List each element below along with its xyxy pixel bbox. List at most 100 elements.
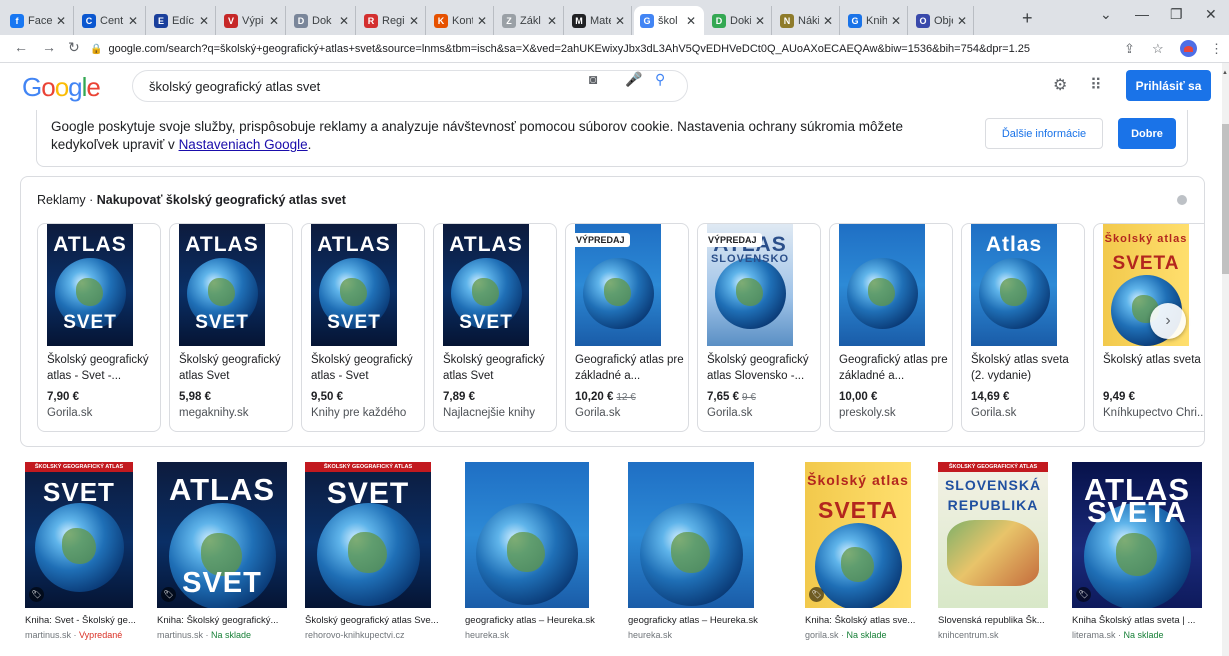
forward-icon[interactable]: →: [42, 39, 56, 55]
product-title[interactable]: Geografický atlas pre základné a...: [839, 352, 949, 384]
product-image[interactable]: ATLAS SVET: [311, 224, 397, 346]
tab-search-icon[interactable]: ⌄: [1100, 6, 1112, 23]
product-image[interactable]: ATLAS SVET: [179, 224, 265, 346]
carousel-next-button[interactable]: ›: [1150, 303, 1186, 339]
search-input[interactable]: školský geografický atlas svet: [132, 70, 688, 102]
cookie-settings-link[interactable]: Nastaveniach Google: [179, 137, 308, 152]
image-result[interactable]: ATLAS SVETA 🏷 Kniha Školský atlas sveta | .…: [1072, 462, 1212, 656]
apps-grid-icon[interactable]: ⠿: [1090, 75, 1102, 95]
tab-close-icon[interactable]: ✕: [409, 14, 419, 28]
browser-tab[interactable]: K Kont ✕: [428, 6, 494, 35]
product-ad-card[interactable]: VÝPREDAJ Geografický atlas pre základné a…: [565, 223, 689, 432]
gear-icon[interactable]: ⚙: [1053, 75, 1067, 95]
product-ad-card[interactable]: ATLAS SVET Školský geografický atlas - Sve…: [37, 223, 161, 432]
browser-tab[interactable]: M Mate ✕: [566, 6, 632, 35]
google-logo[interactable]: Google: [22, 72, 101, 103]
tab-close-icon[interactable]: ✕: [339, 14, 349, 28]
result-thumbnail[interactable]: ATLAS SVETA: [1072, 462, 1202, 608]
browser-tab[interactable]: C Cent ✕: [76, 6, 146, 35]
tab-close-icon[interactable]: ✕: [686, 14, 696, 28]
product-title[interactable]: Školský geografický atlas Svet: [179, 352, 289, 384]
product-title[interactable]: Školský geografický atlas - Svet: [311, 352, 421, 384]
profile-avatar[interactable]: [1180, 40, 1197, 57]
browser-tab[interactable]: E Edíc ✕: [148, 6, 216, 35]
close-window-button[interactable]: ✕: [1205, 6, 1217, 23]
menu-kebab-icon[interactable]: ⋮: [1210, 41, 1223, 57]
browser-tab[interactable]: D Dok ✕: [288, 6, 356, 35]
result-thumbnail[interactable]: [465, 462, 589, 608]
scroll-up-icon[interactable]: ▲: [1222, 70, 1228, 76]
tab-close-icon[interactable]: ✕: [755, 14, 765, 28]
result-title[interactable]: Kniha Školský atlas sveta | ...: [1072, 615, 1212, 626]
product-ad-card[interactable]: ATLASSLOVENSKOVÝPREDAJŠkolský geografick…: [697, 223, 821, 432]
product-image[interactable]: ATLAS SVET: [443, 224, 529, 346]
browser-tab[interactable]: G Knih ✕: [842, 6, 908, 35]
tab-close-icon[interactable]: ✕: [56, 14, 66, 28]
result-title[interactable]: Školský geografický atlas Sve...: [305, 615, 455, 626]
product-ad-card[interactable]: ATLAS SVET Školský geografický atlas - Sve…: [301, 223, 425, 432]
result-thumbnail[interactable]: Školský atlas SVETA: [805, 462, 911, 608]
product-title[interactable]: Školský geografický atlas Svet: [443, 352, 553, 384]
result-title[interactable]: Kniha: Svet - Školský ge...: [25, 615, 150, 626]
result-title[interactable]: geograficky atlas – Heureka.sk: [628, 615, 778, 626]
browser-tab[interactable]: D Doki ✕: [706, 6, 772, 35]
tab-close-icon[interactable]: ✕: [823, 14, 833, 28]
reload-icon[interactable]: ↻: [68, 39, 80, 56]
tab-close-icon[interactable]: ✕: [269, 14, 279, 28]
maximize-button[interactable]: ❐: [1170, 6, 1183, 23]
back-icon[interactable]: ←: [14, 39, 28, 55]
product-image[interactable]: ATLAS SVET: [47, 224, 133, 346]
bookmark-star-icon[interactable]: ☆: [1152, 41, 1164, 57]
search-icon[interactable]: ⚲: [655, 71, 665, 88]
tab-close-icon[interactable]: ✕: [957, 14, 967, 28]
product-ad-card[interactable]: Geografický atlas pre základné a... 10,00…: [829, 223, 953, 432]
minimize-button[interactable]: —: [1135, 6, 1149, 22]
result-thumbnail[interactable]: ŠKOLSKÝ GEOGRAFICKÝ ATLAS SLOVENSKÁ REPUBL…: [938, 462, 1048, 608]
result-thumbnail[interactable]: [628, 462, 754, 608]
result-thumbnail[interactable]: ATLAS SVET: [157, 462, 287, 608]
result-title[interactable]: Kniha: Školský geografický...: [157, 615, 297, 626]
result-thumbnail[interactable]: ŠKOLSKÝ GEOGRAFICKÝ ATLAS SVET: [25, 462, 133, 608]
camera-search-icon[interactable]: ◙: [589, 71, 597, 87]
info-icon[interactable]: [1177, 195, 1187, 205]
result-title[interactable]: Slovenská republika Šk...: [938, 615, 1063, 626]
product-ad-card[interactable]: ATLAS SVET Školský geografický atlas Svet 5…: [169, 223, 293, 432]
tab-close-icon[interactable]: ✕: [128, 14, 138, 28]
image-result[interactable]: ŠKOLSKÝ GEOGRAFICKÝ ATLAS SVET Školský geo…: [305, 462, 455, 656]
image-result[interactable]: ATLAS SVET 🏷 Kniha: Školský geografický... m…: [157, 462, 297, 656]
image-result[interactable]: geograficky atlas – Heureka.sk heureka.sk: [465, 462, 615, 656]
tab-close-icon[interactable]: ✕: [199, 14, 209, 28]
product-title[interactable]: Školský geografický atlas - Svet -...: [47, 352, 157, 384]
browser-tab[interactable]: R Regi ✕: [358, 6, 426, 35]
image-result[interactable]: Školský atlas SVETA 🏷 Kniha: Školský atlas …: [805, 462, 930, 656]
share-icon[interactable]: ⇪: [1124, 41, 1135, 57]
new-tab-button[interactable]: +: [1022, 8, 1033, 29]
tab-close-icon[interactable]: ✕: [891, 14, 901, 28]
product-ad-card[interactable]: Atlas Školský atlas sveta (2. vydanie) 14,…: [961, 223, 1085, 432]
product-title[interactable]: Školský atlas sveta (2. vydanie): [971, 352, 1081, 384]
image-result[interactable]: ŠKOLSKÝ GEOGRAFICKÝ ATLAS SLOVENSKÁ REPUBL…: [938, 462, 1063, 656]
browser-tab[interactable]: Gškol ✕: [634, 6, 704, 35]
image-result[interactable]: geograficky atlas – Heureka.sk heureka.sk: [628, 462, 778, 656]
result-thumbnail[interactable]: ŠKOLSKÝ GEOGRAFICKÝ ATLAS SVET: [305, 462, 431, 608]
image-result[interactable]: ŠKOLSKÝ GEOGRAFICKÝ ATLAS SVET 🏷 Kniha: Sve…: [25, 462, 150, 656]
browser-tab[interactable]: f Face ✕: [4, 6, 74, 35]
more-info-button[interactable]: Ďalšie informácie: [985, 118, 1103, 149]
browser-tab[interactable]: V Výpi ✕: [218, 6, 286, 35]
tab-close-icon[interactable]: ✕: [547, 14, 557, 28]
browser-tab[interactable]: Z Zákl ✕: [496, 6, 564, 35]
product-image[interactable]: [839, 224, 925, 346]
tab-close-icon[interactable]: ✕: [477, 14, 487, 28]
signin-button[interactable]: Prihlásiť sa: [1126, 70, 1211, 101]
browser-tab[interactable]: N Náki ✕: [774, 6, 840, 35]
product-title[interactable]: Školský atlas sveta: [1103, 352, 1204, 368]
product-title[interactable]: Školský geografický atlas Slovensko -...: [707, 352, 817, 384]
tab-close-icon[interactable]: ✕: [615, 14, 625, 28]
result-title[interactable]: Kniha: Školský atlas sve...: [805, 615, 930, 626]
result-title[interactable]: geograficky atlas – Heureka.sk: [465, 615, 615, 626]
product-ad-card[interactable]: ATLAS SVET Školský geografický atlas Svet 7…: [433, 223, 557, 432]
product-image[interactable]: Atlas: [971, 224, 1057, 346]
product-title[interactable]: Geografický atlas pre základné a...: [575, 352, 685, 384]
product-ad-card[interactable]: Školský atlas SVETA Školský atlas sveta 9,4…: [1093, 223, 1204, 432]
browser-tab[interactable]: O Obje ✕: [910, 6, 974, 35]
